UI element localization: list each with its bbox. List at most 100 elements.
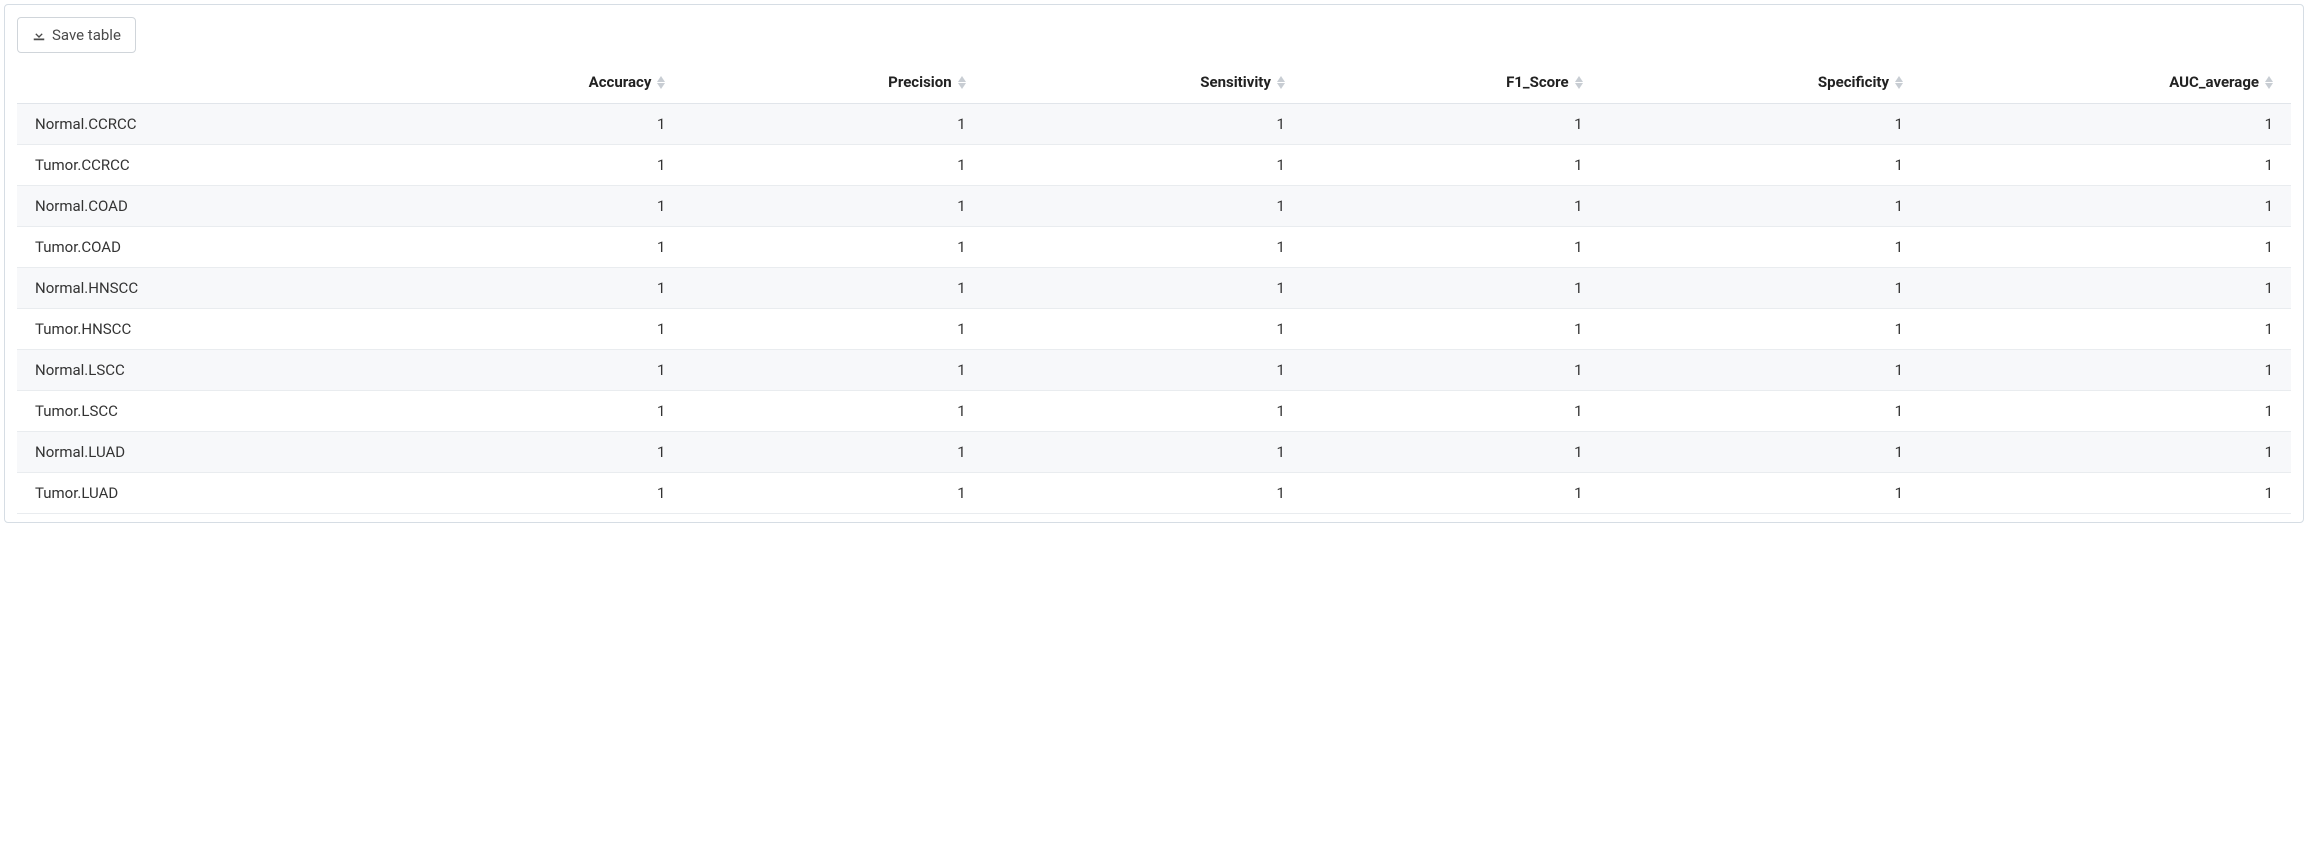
cell-value: 1 (984, 350, 1303, 391)
column-header-specificity[interactable]: Specificity (1601, 63, 1921, 104)
cell-value: 1 (385, 186, 683, 227)
cell-value: 1 (683, 145, 983, 186)
cell-value: 1 (984, 104, 1303, 145)
cell-value: 1 (1601, 145, 1921, 186)
sort-icon (1277, 76, 1285, 89)
cell-value: 1 (1601, 391, 1921, 432)
row-label: Tumor.LSCC (17, 391, 385, 432)
cell-value: 1 (984, 186, 1303, 227)
cell-value: 1 (385, 391, 683, 432)
save-table-label: Save table (52, 26, 121, 44)
cell-value: 1 (385, 350, 683, 391)
cell-value: 1 (1303, 309, 1601, 350)
cell-value: 1 (1601, 432, 1921, 473)
table-header: Accuracy Precision Sensitivity F1_Score Spec… (17, 63, 2291, 104)
sort-icon (657, 76, 665, 89)
row-label: Normal.COAD (17, 186, 385, 227)
cell-value: 1 (1303, 268, 1601, 309)
cell-value: 1 (1303, 432, 1601, 473)
row-label: Tumor.LUAD (17, 473, 385, 514)
cell-value: 1 (683, 391, 983, 432)
cell-value: 1 (984, 309, 1303, 350)
cell-value: 1 (984, 432, 1303, 473)
column-header-label: Accuracy (589, 73, 652, 91)
table-row: Tumor.LUAD111111 (17, 473, 2291, 514)
cell-value: 1 (984, 145, 1303, 186)
column-header-label: Specificity (1818, 73, 1889, 91)
cell-value: 1 (385, 145, 683, 186)
column-header-label: F1_Score (1506, 73, 1568, 91)
table-row: Normal.LSCC111111 (17, 350, 2291, 391)
sort-icon (1575, 76, 1583, 89)
row-label: Normal.LSCC (17, 350, 385, 391)
cell-value: 1 (385, 104, 683, 145)
row-label: Tumor.COAD (17, 227, 385, 268)
cell-value: 1 (1601, 350, 1921, 391)
cell-value: 1 (984, 227, 1303, 268)
download-icon (32, 28, 46, 42)
cell-value: 1 (1303, 227, 1601, 268)
cell-value: 1 (1921, 309, 2291, 350)
column-header-auc_average[interactable]: AUC_average (1921, 63, 2291, 104)
table-row: Normal.COAD111111 (17, 186, 2291, 227)
column-header-f1_score[interactable]: F1_Score (1303, 63, 1601, 104)
sort-icon (2265, 76, 2273, 89)
cell-value: 1 (1303, 186, 1601, 227)
row-label: Tumor.HNSCC (17, 309, 385, 350)
cell-value: 1 (1921, 268, 2291, 309)
cell-value: 1 (385, 473, 683, 514)
column-header-precision[interactable]: Precision (683, 63, 983, 104)
column-header-label: Precision (888, 73, 951, 91)
cell-value: 1 (683, 309, 983, 350)
cell-value: 1 (385, 432, 683, 473)
cell-value: 1 (1601, 186, 1921, 227)
cell-value: 1 (984, 268, 1303, 309)
metrics-table: Accuracy Precision Sensitivity F1_Score Spec… (17, 63, 2291, 514)
cell-value: 1 (683, 268, 983, 309)
sort-icon (1895, 76, 1903, 89)
table-row: Normal.CCRCC111111 (17, 104, 2291, 145)
cell-value: 1 (1921, 350, 2291, 391)
cell-value: 1 (1921, 186, 2291, 227)
cell-value: 1 (1303, 104, 1601, 145)
column-header-sensitivity[interactable]: Sensitivity (984, 63, 1303, 104)
cell-value: 1 (683, 350, 983, 391)
cell-value: 1 (1601, 104, 1921, 145)
row-label: Normal.HNSCC (17, 268, 385, 309)
cell-value: 1 (1303, 473, 1601, 514)
table-row: Normal.LUAD111111 (17, 432, 2291, 473)
cell-value: 1 (1303, 350, 1601, 391)
save-table-button[interactable]: Save table (17, 17, 136, 53)
cell-value: 1 (1921, 227, 2291, 268)
cell-value: 1 (1921, 391, 2291, 432)
cell-value: 1 (1303, 391, 1601, 432)
column-header-label: AUC_average (2169, 73, 2259, 91)
cell-value: 1 (1921, 432, 2291, 473)
cell-value: 1 (1601, 473, 1921, 514)
cell-value: 1 (683, 432, 983, 473)
cell-value: 1 (683, 104, 983, 145)
row-label: Normal.CCRCC (17, 104, 385, 145)
cell-value: 1 (385, 309, 683, 350)
cell-value: 1 (1921, 104, 2291, 145)
cell-value: 1 (683, 227, 983, 268)
table-row: Tumor.COAD111111 (17, 227, 2291, 268)
table-row: Tumor.CCRCC111111 (17, 145, 2291, 186)
column-header-rowlabel (17, 63, 385, 104)
table-body: Normal.CCRCC111111Tumor.CCRCC111111Norma… (17, 104, 2291, 514)
column-header-accuracy[interactable]: Accuracy (385, 63, 683, 104)
cell-value: 1 (385, 227, 683, 268)
table-row: Tumor.HNSCC111111 (17, 309, 2291, 350)
table-row: Normal.HNSCC111111 (17, 268, 2291, 309)
column-header-label: Sensitivity (1200, 73, 1271, 91)
data-table-panel: Save table Accuracy Precision Sensitivity F… (4, 4, 2304, 523)
cell-value: 1 (683, 473, 983, 514)
cell-value: 1 (1601, 309, 1921, 350)
cell-value: 1 (1921, 145, 2291, 186)
cell-value: 1 (1921, 473, 2291, 514)
row-label: Normal.LUAD (17, 432, 385, 473)
row-label: Tumor.CCRCC (17, 145, 385, 186)
cell-value: 1 (385, 268, 683, 309)
table-row: Tumor.LSCC111111 (17, 391, 2291, 432)
cell-value: 1 (984, 473, 1303, 514)
